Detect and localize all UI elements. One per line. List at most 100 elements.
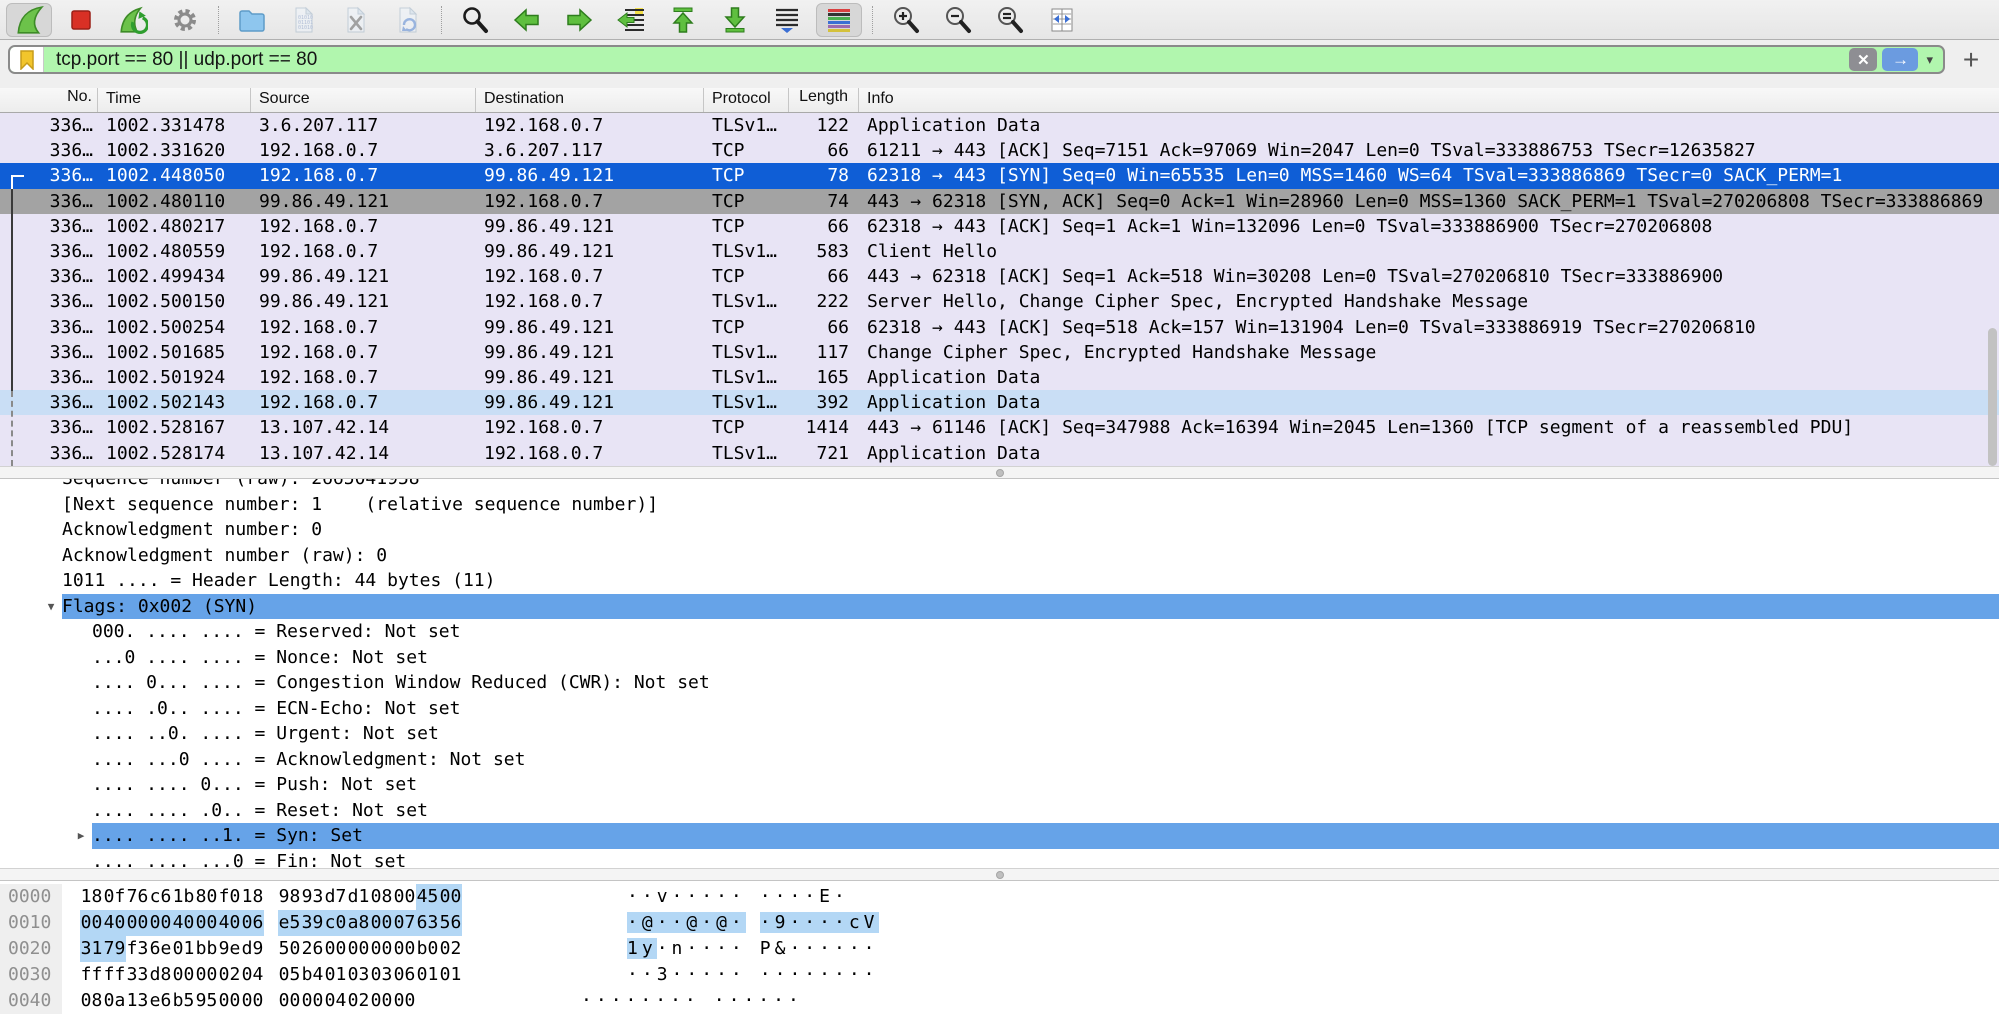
- hex-byte[interactable]: 00: [301, 988, 324, 1014]
- hex-byte[interactable]: bb: [195, 936, 218, 962]
- column-header-no[interactable]: No.: [0, 88, 98, 112]
- display-filter-input[interactable]: tcp.port == 80 || udp.port == 80 ✕ → ▾: [8, 45, 1945, 74]
- detail-line[interactable]: .... .... 0... = Push: Not set: [0, 772, 1999, 798]
- hex-byte[interactable]: 00: [172, 962, 195, 988]
- detail-line[interactable]: .... .... .0.. = Reset: Not set: [0, 798, 1999, 824]
- column-header-destination[interactable]: Destination: [476, 88, 704, 112]
- capture-options-button[interactable]: [162, 3, 208, 37]
- stop-capture-button[interactable]: [58, 3, 104, 37]
- colorize-packets-button[interactable]: [816, 3, 862, 37]
- packet-row[interactable]: 336…1002.448050192.168.0.799.86.49.121TC…: [0, 163, 1999, 188]
- go-forward-button[interactable]: [556, 3, 602, 37]
- restart-capture-button[interactable]: [110, 3, 156, 37]
- hex-byte[interactable]: 04: [241, 962, 264, 988]
- hex-byte[interactable]: 03: [370, 962, 393, 988]
- hex-byte[interactable]: d1: [347, 884, 370, 910]
- packet-row[interactable]: 336…1002.48011099.86.49.121192.168.0.7TC…: [0, 189, 1999, 214]
- detail-line[interactable]: .... .0.. .... = ECN-Echo: Not set: [0, 696, 1999, 722]
- packet-row[interactable]: 336…1002.49943499.86.49.121192.168.0.7TC…: [0, 264, 1999, 289]
- save-capture-file-button[interactable]: 010100110101010: [281, 3, 327, 37]
- hex-byte[interactable]: 39: [301, 910, 324, 936]
- column-header-time[interactable]: Time: [98, 88, 251, 112]
- hex-row[interactable]: 00203179f36e01bb9ed9502600000000b0021y·n…: [0, 936, 1999, 962]
- pane-splitter-bottom[interactable]: [0, 868, 1999, 881]
- zoom-reset-button[interactable]: [987, 3, 1033, 37]
- packet-row[interactable]: 336…1002.3314783.6.207.117192.168.0.7TLS…: [0, 113, 1999, 138]
- hex-byte[interactable]: 00: [370, 988, 393, 1014]
- hex-byte[interactable]: f3: [126, 936, 149, 962]
- hex-byte[interactable]: c6: [149, 884, 172, 910]
- hex-byte[interactable]: 18: [241, 884, 264, 910]
- hex-byte[interactable]: 01: [416, 962, 439, 988]
- detail-line[interactable]: Acknowledgment number: 0: [0, 517, 1999, 543]
- detail-line[interactable]: 000. .... .... = Reserved: Not set: [0, 619, 1999, 645]
- hex-byte[interactable]: 00: [80, 910, 103, 936]
- hex-byte[interactable]: 40: [218, 910, 241, 936]
- hex-byte[interactable]: b4: [301, 962, 324, 988]
- detail-line[interactable]: ▶.... .... ..1. = Syn: Set: [0, 823, 1999, 849]
- detail-line[interactable]: .... ..0. .... = Urgent: Not set: [0, 721, 1999, 747]
- hex-byte[interactable]: a8: [347, 910, 370, 936]
- hex-byte[interactable]: e5: [278, 910, 301, 936]
- column-header-info[interactable]: Info: [859, 88, 1999, 112]
- hex-byte[interactable]: 08: [80, 988, 103, 1014]
- detail-line[interactable]: .... 0... .... = Congestion Window Reduc…: [0, 670, 1999, 696]
- find-packet-button[interactable]: [452, 3, 498, 37]
- hex-byte[interactable]: 18: [80, 884, 103, 910]
- hex-byte[interactable]: 00: [393, 936, 416, 962]
- hex-byte[interactable]: 00: [324, 936, 347, 962]
- detail-line[interactable]: ▼Flags: 0x002 (SYN): [0, 594, 1999, 620]
- hex-byte[interactable]: 40: [172, 910, 195, 936]
- hex-byte[interactable]: c0: [324, 910, 347, 936]
- hex-byte[interactable]: 76: [126, 884, 149, 910]
- detail-line[interactable]: Acknowledgment number (raw): 0: [0, 543, 1999, 569]
- hex-byte[interactable]: 07: [393, 910, 416, 936]
- pane-splitter-top[interactable]: [0, 466, 1999, 479]
- hex-byte[interactable]: f0: [218, 884, 241, 910]
- hex-row[interactable]: 0040080a13e6b5950000000004020000········…: [0, 988, 1999, 1014]
- packet-row[interactable]: 336…1002.331620192.168.0.73.6.207.117TCP…: [0, 138, 1999, 163]
- packet-row[interactable]: 336…1002.502143192.168.0.799.86.49.121TL…: [0, 390, 1999, 415]
- hex-byte[interactable]: 45: [416, 884, 439, 910]
- hex-row[interactable]: 0030ffff33d80000020405b4010303060101··3·…: [0, 962, 1999, 988]
- hex-byte[interactable]: 00: [370, 936, 393, 962]
- hex-row[interactable]: 0000180f76c61b80f0189893d7d108004500··v·…: [0, 884, 1999, 910]
- hex-byte[interactable]: 00: [347, 936, 370, 962]
- hex-byte[interactable]: 00: [149, 910, 172, 936]
- go-back-button[interactable]: [504, 3, 550, 37]
- column-header-protocol[interactable]: Protocol: [704, 88, 789, 112]
- hex-byte[interactable]: 00: [241, 988, 264, 1014]
- filter-dropdown-icon[interactable]: ▾: [1918, 52, 1943, 68]
- filter-apply-button[interactable]: →: [1882, 48, 1918, 71]
- detail-line[interactable]: [Next sequence number: 1 (relative seque…: [0, 492, 1999, 518]
- hex-byte[interactable]: 40: [103, 910, 126, 936]
- hex-byte[interactable]: 00: [218, 988, 241, 1014]
- detail-line[interactable]: .... ...0 .... = Acknowledgment: Not set: [0, 747, 1999, 773]
- packet-row[interactable]: 336…1002.501924192.168.0.799.86.49.121TL…: [0, 365, 1999, 390]
- hex-byte[interactable]: 00: [195, 910, 218, 936]
- filter-bookmark-button[interactable]: [10, 47, 44, 72]
- hex-byte[interactable]: 63: [416, 910, 439, 936]
- close-capture-file-button[interactable]: [333, 3, 379, 37]
- hex-byte[interactable]: 98: [278, 884, 301, 910]
- hex-byte[interactable]: d9: [241, 936, 264, 962]
- detail-line[interactable]: Sequence number (raw): 2665041958: [0, 479, 1999, 492]
- hex-byte[interactable]: 04: [324, 988, 347, 1014]
- hex-byte[interactable]: 01: [439, 962, 462, 988]
- hex-byte[interactable]: e6: [149, 988, 172, 1014]
- hex-byte[interactable]: 00: [195, 962, 218, 988]
- packet-row[interactable]: 336…1002.52816713.107.42.14192.168.0.7TC…: [0, 415, 1999, 440]
- hex-byte[interactable]: 0f: [103, 884, 126, 910]
- packet-list-scrollbar[interactable]: [1988, 328, 1997, 466]
- hex-byte[interactable]: 56: [439, 910, 462, 936]
- hex-byte[interactable]: 06: [393, 962, 416, 988]
- hex-byte[interactable]: 0a: [103, 988, 126, 1014]
- hex-byte[interactable]: 00: [439, 884, 462, 910]
- hex-byte[interactable]: 1b: [172, 884, 195, 910]
- start-capture-button[interactable]: [6, 3, 52, 37]
- hex-byte[interactable]: 00: [393, 988, 416, 1014]
- detail-line[interactable]: .... .... ...0 = Fin: Not set: [0, 849, 1999, 869]
- hex-byte[interactable]: 00: [393, 884, 416, 910]
- hex-byte[interactable]: 08: [370, 884, 393, 910]
- hex-row[interactable]: 00100040000040004006e539c0a800076356·@··…: [0, 910, 1999, 936]
